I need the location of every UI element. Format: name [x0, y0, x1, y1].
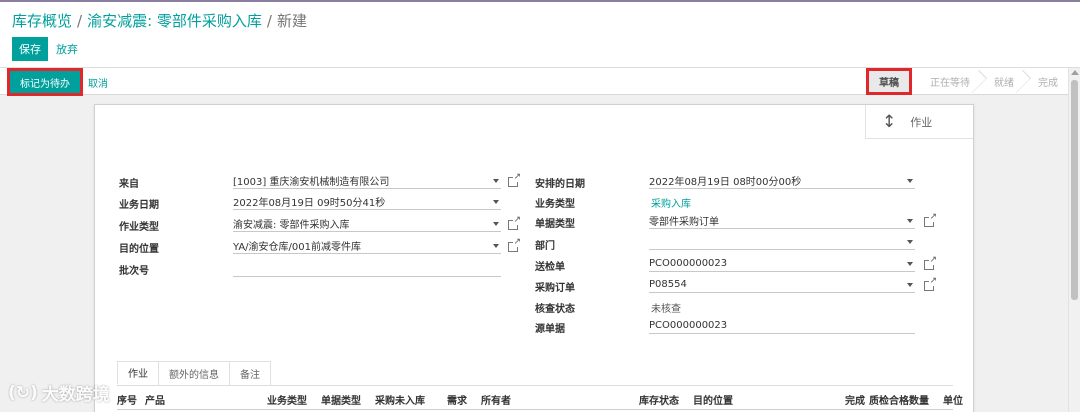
- label-source-document: 源单据: [535, 324, 565, 335]
- external-link-icon[interactable]: [924, 255, 937, 270]
- watermark-text: 大数跨境: [41, 385, 110, 405]
- lot-number-field[interactable]: [233, 261, 501, 277]
- external-link-icon[interactable]: [508, 237, 521, 252]
- tab-operations[interactable]: 作业: [117, 361, 159, 385]
- scroll-thumb[interactable]: [1071, 80, 1078, 300]
- label-lot-number: 批次号: [119, 266, 149, 277]
- chevron-down-icon[interactable]: [493, 243, 499, 248]
- tab-extra-info[interactable]: 额外的信息: [158, 361, 230, 385]
- watermark: (↻) 大数跨境: [8, 380, 110, 406]
- label-operation-type: 作业类型: [119, 222, 159, 233]
- stage-draft[interactable]: 草稿: [866, 68, 912, 95]
- breadcrumb-separator: /: [77, 12, 83, 30]
- breadcrumb-current: 新建: [276, 12, 307, 30]
- stage-pipeline: 草稿 正在等待 就绪 完成: [866, 68, 1068, 95]
- save-button[interactable]: 保存: [12, 37, 48, 61]
- column-header[interactable]: 单位: [943, 392, 963, 407]
- external-link-icon[interactable]: [508, 215, 521, 230]
- label-department: 部门: [535, 241, 555, 252]
- stage-waiting[interactable]: 正在等待: [916, 68, 980, 95]
- department-field[interactable]: [649, 234, 915, 250]
- document-type-field[interactable]: 零部件采购订单: [649, 213, 915, 229]
- external-link-icon[interactable]: [508, 172, 521, 187]
- vertical-arrows-icon: ↕: [882, 111, 897, 132]
- external-link-icon[interactable]: [924, 276, 937, 291]
- check-status-value: 未核查: [651, 304, 681, 315]
- tab-notes[interactable]: 备注: [229, 361, 271, 385]
- mark-as-todo-button[interactable]: 标记为待办: [7, 68, 83, 96]
- operation-type-field[interactable]: 渝安减震: 零部件采购入库: [233, 216, 501, 232]
- tabs-divider: [117, 385, 953, 386]
- label-inspection-order: 送检单: [535, 262, 565, 273]
- label-scheduled-date: 安排的日期: [535, 179, 585, 190]
- label-business-date: 业务日期: [119, 200, 159, 211]
- column-header[interactable]: 业务类型: [267, 392, 307, 407]
- chevron-down-icon[interactable]: [493, 221, 499, 226]
- column-header[interactable]: 质检合格数量: [869, 392, 929, 407]
- destination-location-field[interactable]: YA/渝安仓库/001前减零件库: [233, 238, 501, 254]
- chevron-down-icon[interactable]: [907, 261, 913, 266]
- label-document-type: 单据类型: [535, 219, 575, 230]
- label-from: 来自: [119, 179, 139, 190]
- breadcrumb-operation-type[interactable]: 渝安减震: 零部件采购入库: [87, 12, 262, 30]
- notebook-tabs: 作业 额外的信息 备注: [117, 361, 271, 385]
- scroll-up-arrow-icon[interactable]: [1071, 70, 1079, 75]
- control-panel: 库存概览 / 渝安减震: 零部件采购入库 / 新建 保存 放弃: [0, 2, 1080, 68]
- label-business-type: 业务类型: [535, 199, 575, 210]
- column-header[interactable]: 所有者: [481, 392, 511, 407]
- operations-smart-button[interactable]: ↕ 作业: [865, 105, 973, 139]
- cancel-button[interactable]: 取消: [88, 71, 108, 93]
- operations-table-header: 序号 产品 业务类型 单据类型 采购未入库 需求 所有者 库存状态 目的位置 完…: [117, 388, 963, 410]
- business-date-field[interactable]: 2022年08月19日 09时50分41秒: [233, 194, 501, 210]
- breadcrumb-separator: /: [266, 12, 272, 30]
- from-partner-field[interactable]: [1003] 重庆渝安机械制造有限公司: [233, 173, 501, 189]
- column-header[interactable]: 采购未入库: [375, 392, 425, 407]
- column-header[interactable]: 目的位置: [693, 392, 733, 407]
- business-type-link[interactable]: 采购入库: [651, 195, 691, 210]
- vertical-scrollbar[interactable]: [1068, 68, 1080, 412]
- chevron-down-icon[interactable]: [493, 199, 499, 204]
- column-header[interactable]: 单据类型: [321, 392, 361, 407]
- stage-ready[interactable]: 就绪: [980, 68, 1024, 95]
- smart-button-label: 作业: [910, 115, 933, 129]
- column-header[interactable]: 完成: [845, 392, 865, 407]
- chevron-down-icon[interactable]: [493, 178, 499, 183]
- chevron-down-icon[interactable]: [907, 282, 913, 287]
- label-purchase-order: 采购订单: [535, 283, 575, 294]
- chevron-down-icon[interactable]: [907, 218, 913, 223]
- chevron-down-icon[interactable]: [907, 178, 913, 183]
- discard-button[interactable]: 放弃: [56, 37, 78, 61]
- column-header[interactable]: 序号: [117, 392, 137, 407]
- source-document-field[interactable]: PCO000000023: [649, 318, 915, 334]
- breadcrumb-inventory-overview[interactable]: 库存概览: [12, 12, 72, 30]
- watermark-logo-icon: (↻): [8, 382, 38, 403]
- column-header[interactable]: 产品: [145, 392, 165, 407]
- chevron-down-icon[interactable]: [907, 239, 913, 244]
- column-header[interactable]: 需求: [447, 392, 467, 407]
- label-destination: 目的位置: [119, 244, 159, 255]
- inspection-order-field[interactable]: PCO000000023: [649, 256, 915, 272]
- external-link-icon[interactable]: [924, 212, 937, 227]
- column-header[interactable]: 库存状态: [639, 392, 679, 407]
- scheduled-date-field[interactable]: 2022年08月19日 08时00分00秒: [649, 173, 915, 189]
- label-check-status: 核查状态: [535, 304, 575, 315]
- status-bar: 标记为待办 取消 草稿 正在等待 就绪 完成: [0, 68, 1068, 96]
- stage-done[interactable]: 完成: [1024, 68, 1068, 95]
- breadcrumb: 库存概览 / 渝安减震: 零部件采购入库 / 新建: [12, 10, 307, 31]
- purchase-order-field[interactable]: P08554: [649, 277, 915, 293]
- form-sheet: ↕ 作业 来自 [1003] 重庆渝安机械制造有限公司 业务日期 2022年08…: [94, 104, 974, 412]
